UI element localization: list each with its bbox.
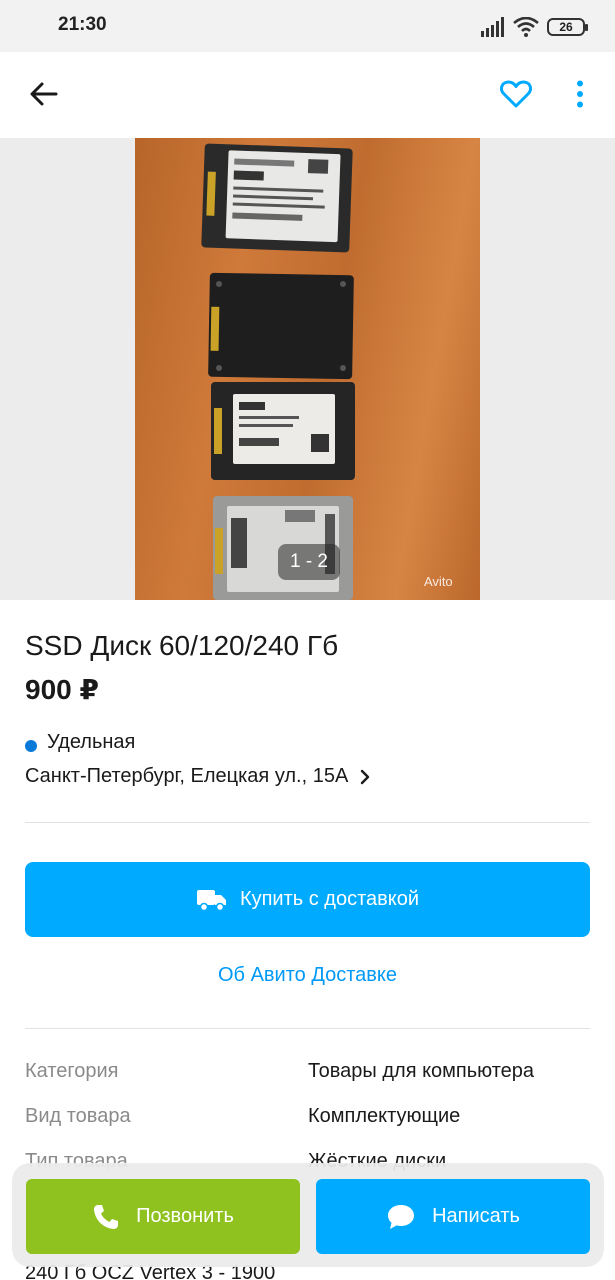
param-row: Вид товара Комплектующие bbox=[25, 1105, 590, 1135]
status-icons: 26 bbox=[481, 14, 588, 40]
call-button[interactable]: Позвонить bbox=[26, 1179, 300, 1254]
back-arrow-icon bbox=[30, 82, 58, 106]
status-time: 21:30 bbox=[58, 14, 107, 35]
write-button-label: Написать bbox=[432, 1205, 520, 1227]
status-bar: 21:30 26 bbox=[0, 0, 615, 52]
chevron-right-icon bbox=[361, 769, 370, 784]
param-row: Категория Товары для компьютера bbox=[25, 1060, 590, 1090]
address-text: Санкт-Петербург, Елецкая ул., 15А bbox=[25, 765, 349, 787]
avito-watermark: Avito bbox=[424, 574, 453, 589]
divider bbox=[25, 1028, 590, 1029]
favorite-button[interactable] bbox=[492, 70, 540, 118]
phone-icon bbox=[94, 1204, 119, 1229]
signal-icon bbox=[481, 17, 504, 37]
product-photo[interactable] bbox=[135, 138, 480, 600]
metro-station: Удельная bbox=[47, 731, 136, 753]
more-options-button[interactable] bbox=[560, 70, 600, 118]
back-button[interactable] bbox=[20, 70, 68, 118]
app-bar bbox=[0, 52, 615, 138]
write-message-button[interactable]: Написать bbox=[316, 1179, 590, 1254]
more-vertical-icon bbox=[577, 80, 583, 108]
truck-icon bbox=[196, 889, 226, 911]
param-value: Комплектующие bbox=[308, 1105, 461, 1127]
photo-counter: 1 - 2 bbox=[278, 544, 340, 580]
param-value: Товары для компьютера bbox=[308, 1060, 535, 1082]
heart-icon bbox=[500, 80, 532, 108]
buy-with-delivery-button[interactable]: Купить с доставкой bbox=[25, 862, 590, 937]
param-name: Вид товара bbox=[25, 1105, 131, 1127]
divider bbox=[25, 822, 590, 823]
about-delivery-link[interactable]: Об Авито Доставке bbox=[0, 964, 615, 987]
ad-price: 900 ₽ bbox=[25, 674, 99, 705]
photo-gallery[interactable]: 1 - 2 bbox=[0, 138, 615, 600]
ad-title: SSD Диск 60/120/240 Гб bbox=[25, 630, 339, 661]
battery-indicator: 26 bbox=[547, 18, 588, 36]
wifi-icon bbox=[513, 17, 539, 37]
param-name: Категория bbox=[25, 1060, 119, 1082]
ssd-drives-image bbox=[201, 143, 355, 600]
call-button-label: Позвонить bbox=[136, 1205, 234, 1227]
address-link[interactable]: Санкт-Петербург, Елецкая ул., 15А bbox=[25, 765, 370, 788]
metro-line-dot bbox=[25, 740, 37, 752]
chat-bubble-icon bbox=[388, 1204, 415, 1229]
buy-button-label: Купить с доставкой bbox=[239, 888, 420, 910]
contact-bar: Позвонить Написать bbox=[12, 1163, 604, 1267]
